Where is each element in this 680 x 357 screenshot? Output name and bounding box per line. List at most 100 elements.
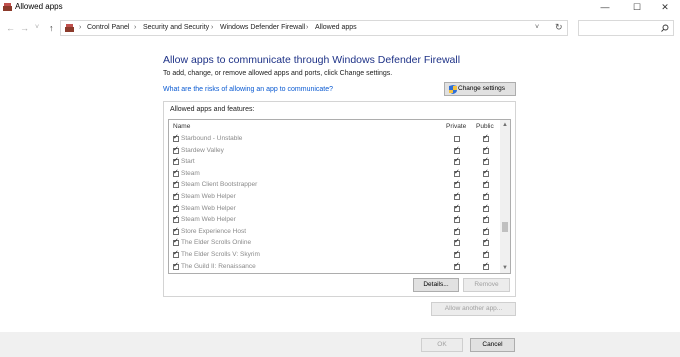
list-item[interactable]: The Elder Scrolls Online: [169, 237, 500, 250]
list-item[interactable]: The Guild II: Renaissance: [169, 261, 500, 273]
list-item[interactable]: Steam: [169, 168, 500, 181]
up-arrow-icon[interactable]: ↑: [49, 22, 54, 34]
search-icon: [661, 24, 669, 32]
private-checkbox[interactable]: [454, 249, 460, 258]
allowed-apps-list[interactable]: Name Private Public Starbound - Unstable…: [168, 119, 511, 274]
app-enabled-checkbox[interactable]: [173, 191, 179, 200]
list-header: Name Private Public: [169, 120, 500, 133]
app-rows: Starbound - Unstable Stardew Valley Start S…: [169, 133, 500, 273]
app-name: Steam Web Helper: [181, 216, 236, 224]
public-checkbox[interactable]: [483, 237, 489, 247]
minimize-button[interactable]: —: [590, 0, 620, 14]
vertical-scrollbar[interactable]: ▲ ▼: [500, 120, 510, 273]
change-settings-label: Change settings: [458, 85, 505, 92]
list-item[interactable]: Store Experience Host: [169, 226, 500, 239]
breadcrumb-separator: ›: [211, 24, 214, 31]
list-item[interactable]: Steam Web Helper: [169, 191, 500, 204]
private-checkbox[interactable]: [454, 214, 460, 224]
maximize-button[interactable]: ☐: [622, 0, 652, 14]
public-checkbox[interactable]: [483, 249, 489, 258]
app-enabled-checkbox[interactable]: [173, 237, 179, 247]
refresh-icon[interactable]: ↻: [555, 22, 563, 33]
window-title: Allowed apps: [15, 2, 63, 11]
public-checkbox[interactable]: [483, 203, 489, 212]
private-checkbox[interactable]: [454, 237, 460, 247]
public-checkbox[interactable]: [483, 214, 489, 224]
dialog-footer: OK Cancel: [0, 332, 680, 357]
app-enabled-checkbox[interactable]: [173, 249, 179, 258]
app-name: The Guild II: Renaissance: [181, 262, 256, 270]
private-checkbox[interactable]: [454, 136, 460, 142]
private-checkbox[interactable]: [454, 261, 460, 270]
public-checkbox[interactable]: [483, 226, 489, 235]
app-enabled-checkbox[interactable]: [173, 203, 179, 212]
back-arrow-icon[interactable]: ←: [6, 22, 15, 34]
app-name: Steam Web Helper: [181, 204, 236, 212]
list-item[interactable]: Steam Client Bootstrapper: [169, 179, 500, 192]
close-button[interactable]: ✕: [650, 0, 680, 14]
change-settings-button[interactable]: Change settings: [444, 82, 516, 96]
list-item[interactable]: The Elder Scrolls V: Skyrim: [169, 249, 500, 262]
breadcrumb-control-panel[interactable]: Control Panel: [87, 24, 129, 31]
breadcrumb-separator: ›: [79, 24, 82, 31]
public-checkbox[interactable]: [483, 168, 489, 177]
breadcrumb-security[interactable]: Security and Security: [143, 24, 209, 31]
breadcrumb-separator: ›: [134, 24, 137, 31]
private-checkbox[interactable]: [454, 168, 460, 177]
column-name[interactable]: Name: [173, 123, 190, 130]
public-checkbox[interactable]: [483, 179, 489, 189]
public-checkbox[interactable]: [483, 261, 489, 270]
remove-button[interactable]: Remove: [463, 278, 510, 292]
ok-button[interactable]: OK: [421, 338, 463, 352]
list-item[interactable]: Stardew Valley: [169, 145, 500, 158]
details-button[interactable]: Details...: [413, 278, 459, 292]
cancel-button[interactable]: Cancel: [470, 338, 515, 352]
app-enabled-checkbox[interactable]: [173, 214, 179, 224]
app-name: Steam Web Helper: [181, 192, 236, 200]
page-subtitle: To add, change, or remove allowed apps a…: [163, 70, 393, 77]
app-enabled-checkbox[interactable]: [173, 168, 179, 177]
private-checkbox[interactable]: [454, 179, 460, 189]
scrollbar-thumb[interactable]: [502, 222, 508, 232]
address-bar[interactable]: › Control Panel › Security and Security …: [60, 20, 568, 36]
list-item[interactable]: Steam Web Helper: [169, 203, 500, 216]
app-enabled-checkbox[interactable]: [173, 133, 179, 142]
private-checkbox[interactable]: [454, 156, 460, 166]
private-checkbox[interactable]: [454, 203, 460, 212]
app-name: Store Experience Host: [181, 227, 247, 235]
list-item[interactable]: Start: [169, 156, 500, 169]
recent-locations-icon[interactable]: ˅: [35, 22, 39, 34]
list-item[interactable]: Starbound - Unstable: [169, 133, 500, 146]
search-input[interactable]: [578, 20, 674, 36]
app-name: Starbound - Unstable: [181, 135, 243, 142]
scroll-down-arrow-icon[interactable]: ▼: [500, 265, 510, 271]
private-checkbox[interactable]: [454, 226, 460, 235]
scroll-up-arrow-icon[interactable]: ▲: [500, 122, 510, 128]
breadcrumb-allowed-apps[interactable]: Allowed apps: [315, 24, 357, 31]
control-panel-icon: [65, 24, 74, 32]
public-checkbox[interactable]: [483, 133, 489, 142]
public-checkbox[interactable]: [483, 145, 489, 154]
app-enabled-checkbox[interactable]: [173, 226, 179, 235]
shield-icon: [449, 85, 457, 94]
forward-arrow-icon[interactable]: →: [20, 22, 29, 34]
app-enabled-checkbox[interactable]: [173, 156, 179, 166]
breadcrumb-firewall[interactable]: Windows Defender Firewall: [220, 24, 305, 31]
app-name: Steam: [181, 169, 200, 177]
app-name: Start: [181, 158, 195, 166]
app-name: Steam Client Bootstrapper: [181, 181, 258, 189]
risks-link[interactable]: What are the risks of allowing an app to…: [163, 86, 333, 93]
app-name: The Elder Scrolls Online: [181, 239, 252, 247]
private-checkbox[interactable]: [454, 191, 460, 200]
column-public[interactable]: Public: [476, 123, 494, 130]
private-checkbox[interactable]: [454, 145, 460, 154]
allow-another-app-button[interactable]: Allow another app...: [431, 302, 516, 316]
app-enabled-checkbox[interactable]: [173, 179, 179, 189]
column-private[interactable]: Private: [446, 123, 466, 130]
app-enabled-checkbox[interactable]: [173, 261, 179, 270]
list-item[interactable]: Steam Web Helper: [169, 214, 500, 227]
public-checkbox[interactable]: [483, 191, 489, 200]
app-enabled-checkbox[interactable]: [173, 145, 179, 154]
address-dropdown-icon[interactable]: ˅: [535, 24, 539, 31]
public-checkbox[interactable]: [483, 156, 489, 166]
